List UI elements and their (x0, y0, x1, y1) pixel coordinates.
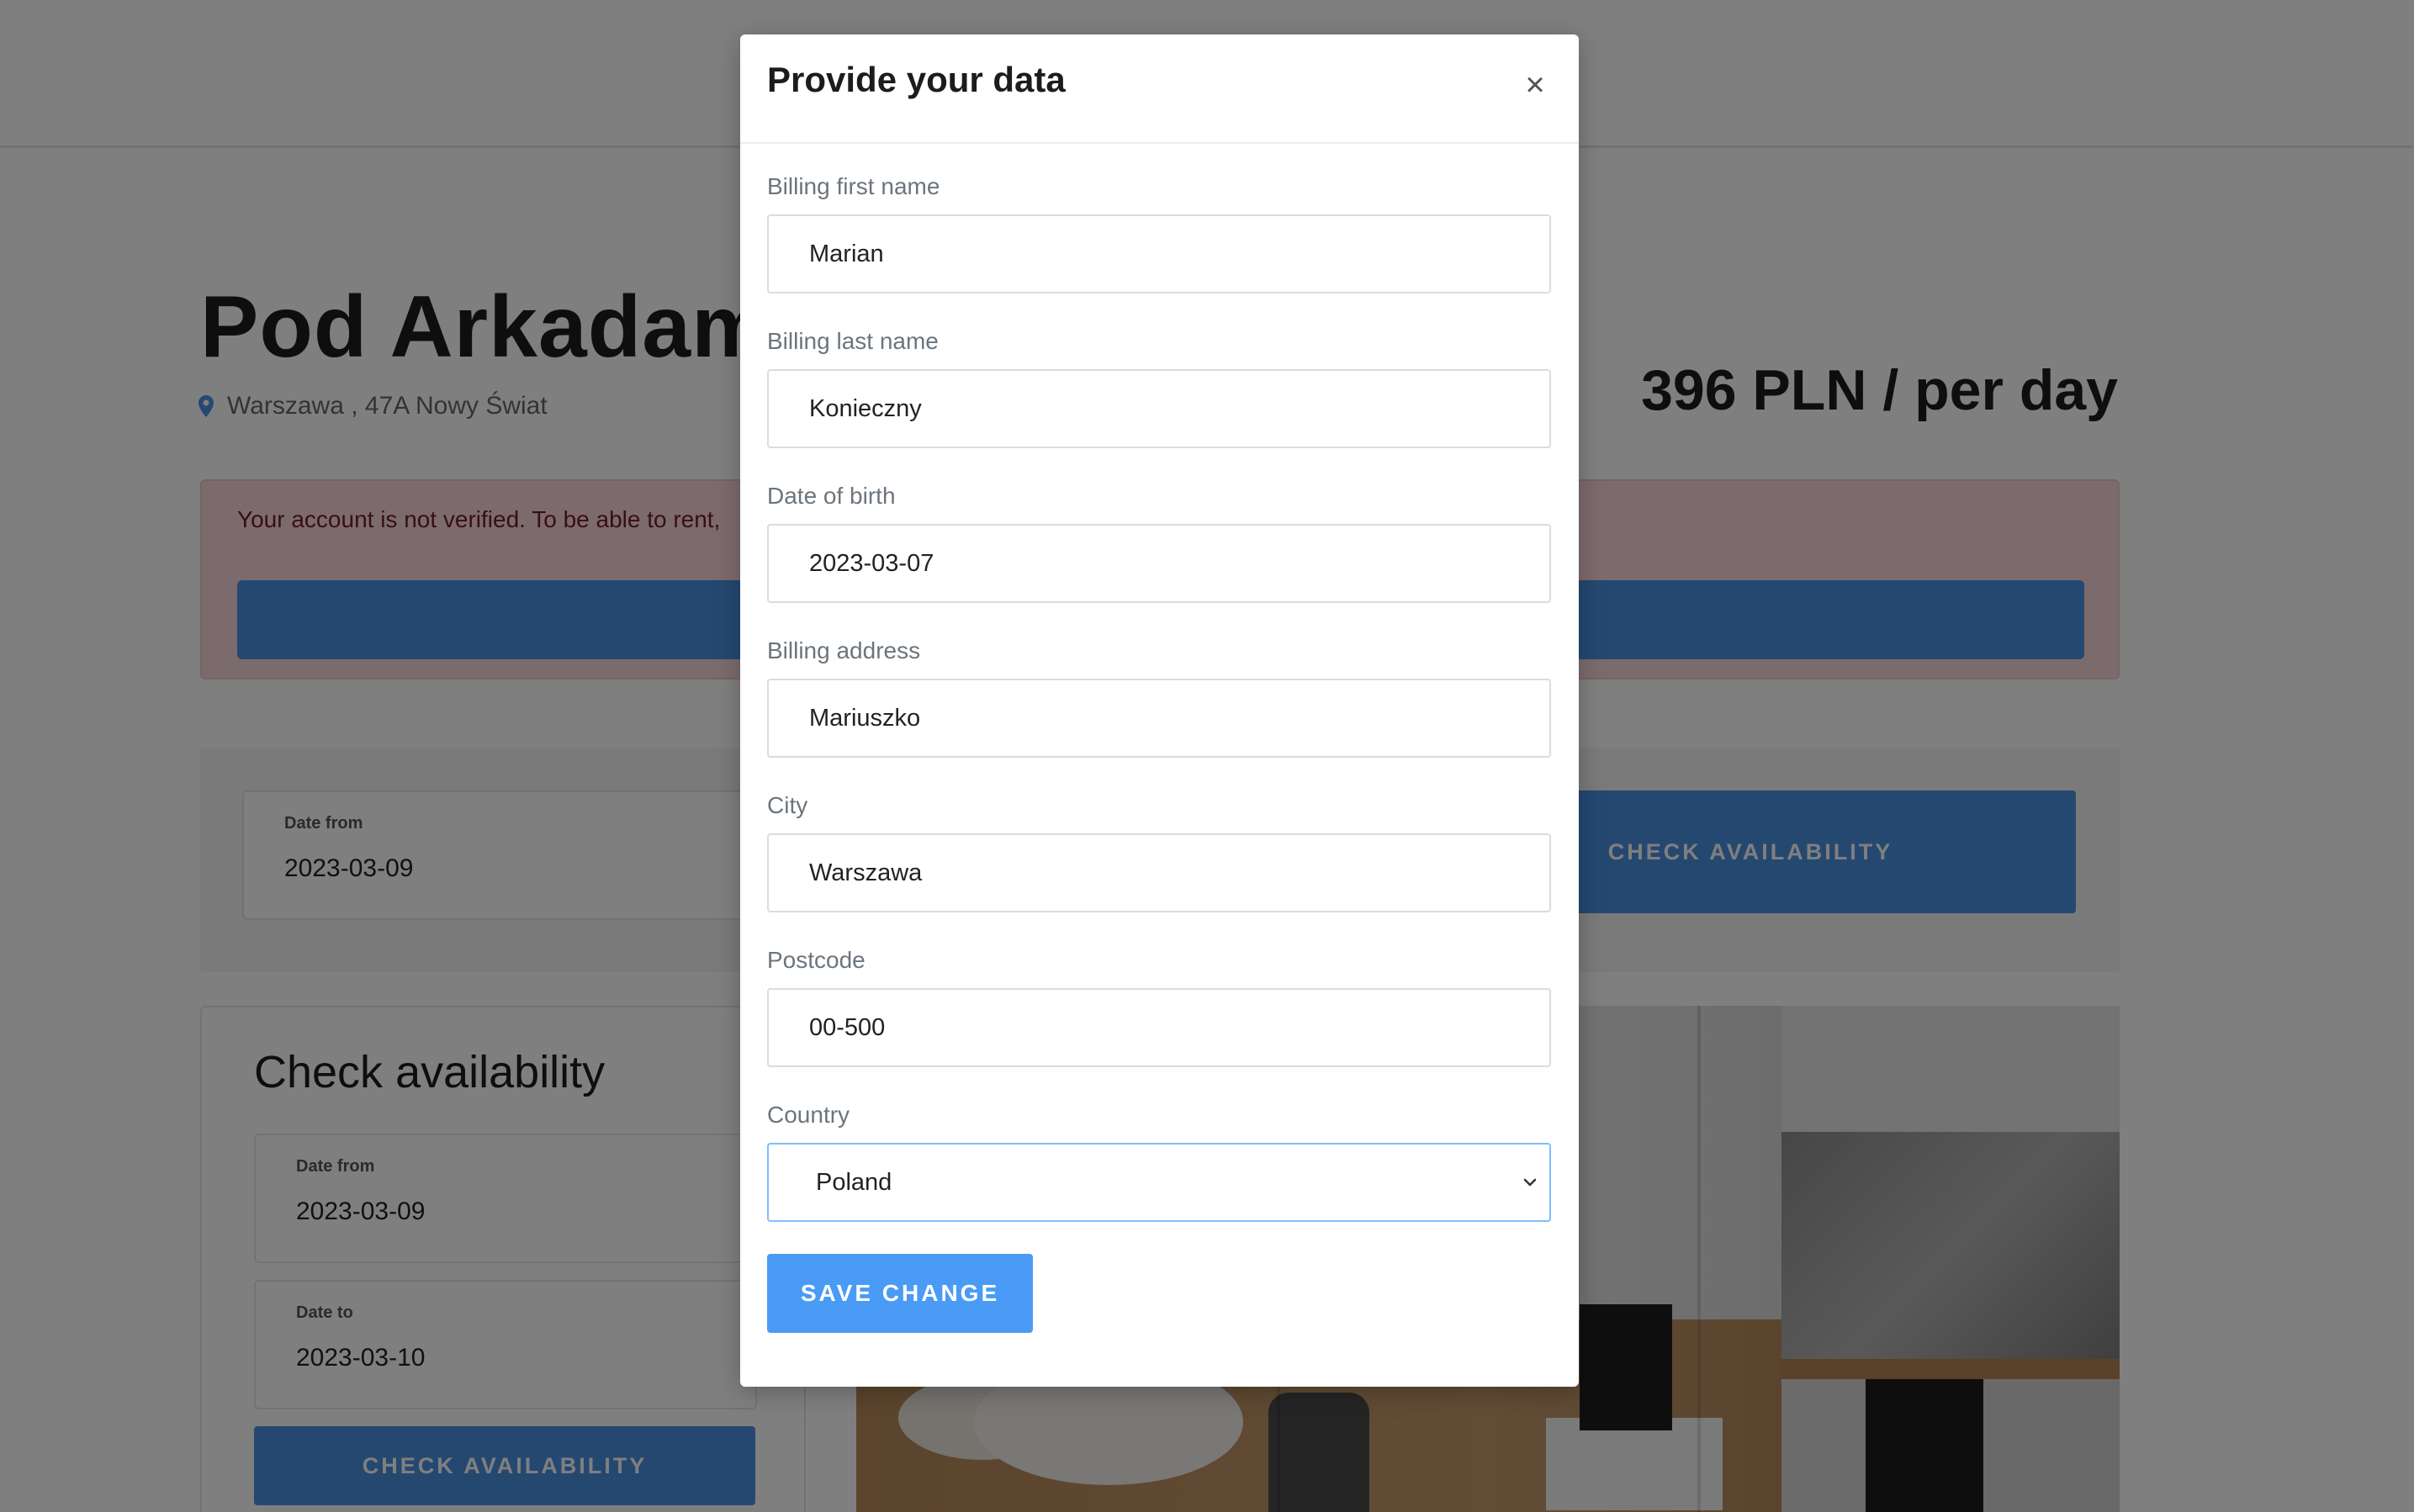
first-name-label: Billing first name (767, 173, 940, 199)
postcode-input[interactable] (767, 988, 1551, 1067)
birth-date-group: Date of birth (767, 478, 1551, 603)
close-icon[interactable]: × (1517, 66, 1554, 103)
save-change-button[interactable]: SAVE CHANGE (767, 1254, 1033, 1333)
last-name-group: Billing last name (767, 324, 1551, 448)
city-input[interactable] (767, 833, 1551, 912)
postcode-group: Postcode (767, 943, 1551, 1067)
country-group: Country Poland (767, 1097, 1551, 1222)
chevron-down-icon (1523, 1178, 1537, 1187)
first-name-input[interactable] (767, 214, 1551, 293)
address-group: Billing address (767, 633, 1551, 758)
provide-data-modal: Provide your data × Billing first name B… (740, 34, 1579, 1387)
birth-date-label: Date of birth (767, 483, 896, 509)
address-label: Billing address (767, 637, 921, 663)
modal-header: Provide your data × (740, 34, 1579, 144)
last-name-input[interactable] (767, 369, 1551, 448)
country-select-value: Poland (816, 1169, 892, 1196)
first-name-group: Billing first name (767, 169, 1551, 293)
modal-title: Provide your data (767, 60, 1066, 99)
last-name-label: Billing last name (767, 328, 939, 354)
postcode-label: Postcode (767, 947, 866, 973)
address-input[interactable] (767, 679, 1551, 758)
country-select[interactable]: Poland (767, 1143, 1551, 1222)
city-label: City (767, 792, 808, 818)
birth-date-input[interactable] (767, 524, 1551, 603)
country-label: Country (767, 1102, 850, 1128)
city-group: City (767, 788, 1551, 912)
